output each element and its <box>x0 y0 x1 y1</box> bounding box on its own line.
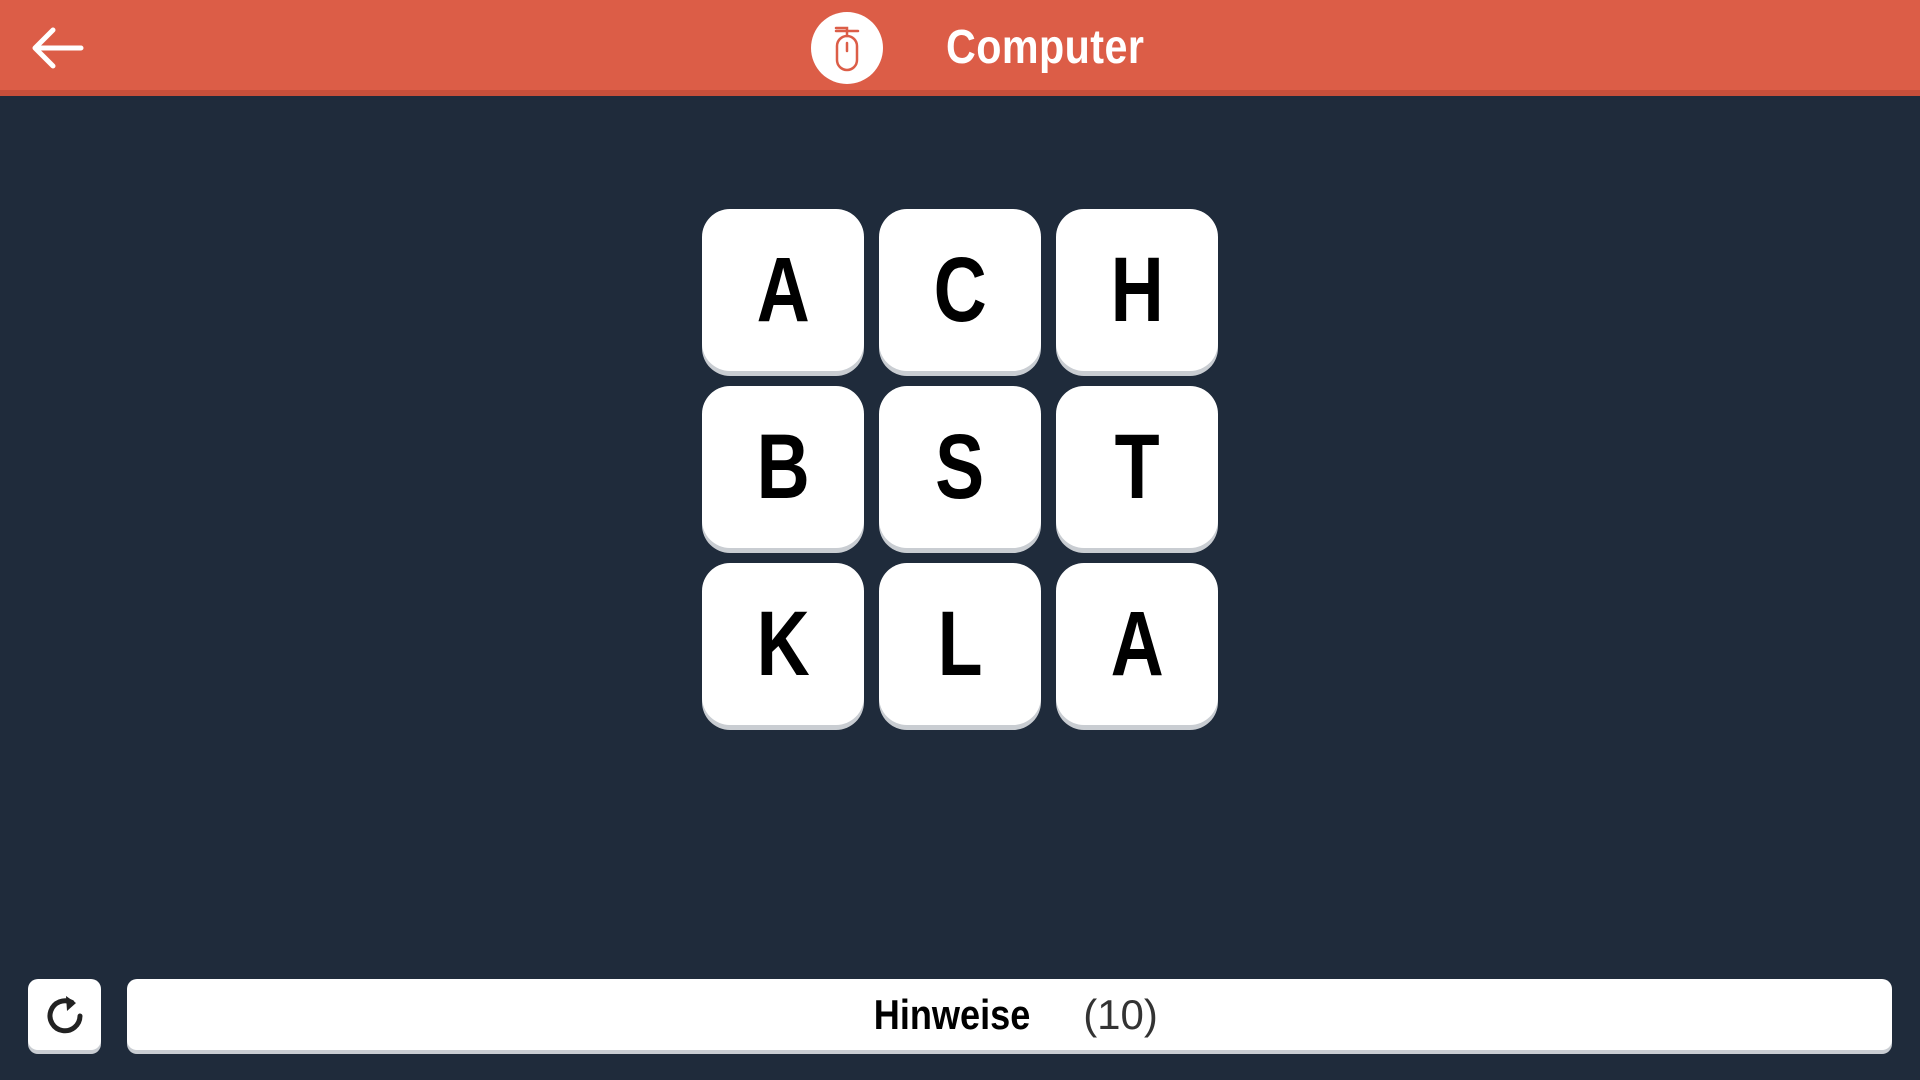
hints-count: (10) <box>1083 990 1158 1038</box>
tile-letter: A <box>756 239 810 341</box>
letter-tile[interactable]: C <box>879 209 1041 371</box>
tile-letter: T <box>1114 416 1160 518</box>
top-bar: Computer <box>0 0 1920 96</box>
tile-letter: A <box>1110 593 1164 695</box>
letter-tile[interactable]: S <box>879 386 1041 548</box>
back-button[interactable] <box>16 12 96 84</box>
computer-mouse-icon <box>811 12 883 84</box>
refresh-button[interactable] <box>28 979 101 1050</box>
game-screen: Computer A C H B S T K L A Hinweise (10) <box>0 0 1920 1080</box>
tile-letter: K <box>756 593 810 695</box>
letter-tile[interactable]: K <box>702 563 864 725</box>
letter-tile[interactable]: T <box>1056 386 1218 548</box>
category-title: Computer <box>946 21 1145 74</box>
letter-tile[interactable]: L <box>879 563 1041 725</box>
tile-letter: C <box>933 239 987 341</box>
tile-letter: L <box>937 593 983 695</box>
hints-label: Hinweise <box>873 990 1031 1038</box>
letter-tile[interactable]: A <box>702 209 864 371</box>
tile-letter: S <box>935 416 985 518</box>
arrow-left-icon <box>32 27 84 69</box>
tile-letter: B <box>756 416 810 518</box>
tile-letter: H <box>1110 239 1164 341</box>
letter-tile[interactable]: H <box>1056 209 1218 371</box>
letter-tile[interactable]: B <box>702 386 864 548</box>
letter-tile[interactable]: A <box>1056 563 1218 725</box>
refresh-icon <box>47 995 82 1033</box>
letter-grid: A C H B S T K L A <box>702 209 1218 725</box>
hints-button[interactable]: Hinweise (10) <box>127 979 1892 1050</box>
